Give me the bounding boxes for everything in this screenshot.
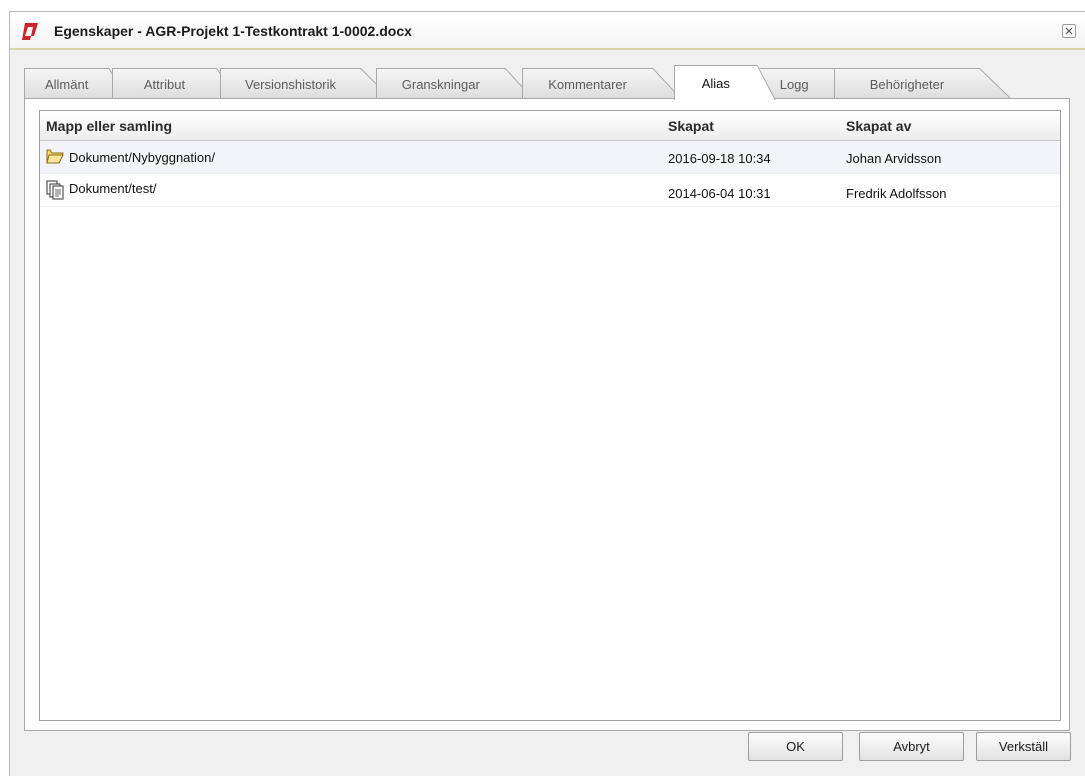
cancel-button[interactable]: Avbryt bbox=[859, 732, 964, 761]
column-header-created[interactable]: Skapat bbox=[668, 118, 714, 134]
row-created-by: Johan Arvidsson bbox=[846, 151, 942, 166]
close-icon bbox=[1065, 27, 1073, 35]
row-created: 2016-09-18 10:34 bbox=[668, 151, 771, 166]
tab-label: Behörigheter bbox=[869, 77, 945, 92]
tab-versionshistorik[interactable]: Versionshistorik bbox=[220, 68, 392, 99]
column-header-created-by[interactable]: Skapat av bbox=[846, 118, 911, 134]
app-logo-icon bbox=[22, 23, 38, 40]
tab-kommentarer[interactable]: Kommentarer bbox=[522, 68, 682, 99]
list-header: Mapp eller samling Skapat Skapat av bbox=[40, 111, 1060, 141]
row-created: 2014-06-04 10:31 bbox=[668, 186, 771, 201]
tab-label: Attribut bbox=[143, 77, 186, 92]
tab-granskningar[interactable]: Granskningar bbox=[376, 68, 534, 99]
collection-icon bbox=[46, 180, 64, 200]
folder-icon bbox=[46, 149, 64, 164]
row-path: Dokument/Nybyggnation/ bbox=[69, 150, 215, 165]
ok-button[interactable]: OK bbox=[748, 732, 843, 761]
tab-label: Kommentarer bbox=[548, 77, 627, 92]
tab-bar: Allmänt Attribut Versionshistorik Gransk… bbox=[24, 65, 1071, 100]
tab-label: Allmänt bbox=[44, 77, 89, 92]
tab-label: Versionshistorik bbox=[244, 77, 337, 92]
properties-dialog: Egenskaper - AGR-Projekt 1-Testkontrakt … bbox=[9, 11, 1085, 776]
row-path: Dokument/test/ bbox=[69, 181, 157, 196]
table-row[interactable]: Dokument/test/ 2014-06-04 10:31 Fredrik … bbox=[40, 174, 1060, 207]
row-created-by: Fredrik Adolfsson bbox=[846, 186, 947, 201]
tab-behorigheter[interactable]: Behörigheter bbox=[834, 68, 1012, 99]
tab-label: Granskningar bbox=[401, 77, 480, 92]
column-header-folder[interactable]: Mapp eller samling bbox=[46, 118, 172, 134]
dialog-footer: OK Avbryt Verkställ bbox=[10, 732, 1085, 777]
tab-label: Alias bbox=[701, 76, 730, 91]
table-row[interactable]: Dokument/Nybyggnation/ 2016-09-18 10:34 … bbox=[40, 141, 1060, 174]
title-bar[interactable]: Egenskaper - AGR-Projekt 1-Testkontrakt … bbox=[10, 12, 1085, 50]
alias-panel: Mapp eller samling Skapat Skapat av Doku… bbox=[24, 98, 1070, 731]
close-button[interactable] bbox=[1062, 24, 1076, 38]
window-title: Egenskaper - AGR-Projekt 1-Testkontrakt … bbox=[54, 23, 412, 39]
apply-button[interactable]: Verkställ bbox=[976, 732, 1071, 761]
alias-list: Mapp eller samling Skapat Skapat av Doku… bbox=[39, 110, 1061, 721]
